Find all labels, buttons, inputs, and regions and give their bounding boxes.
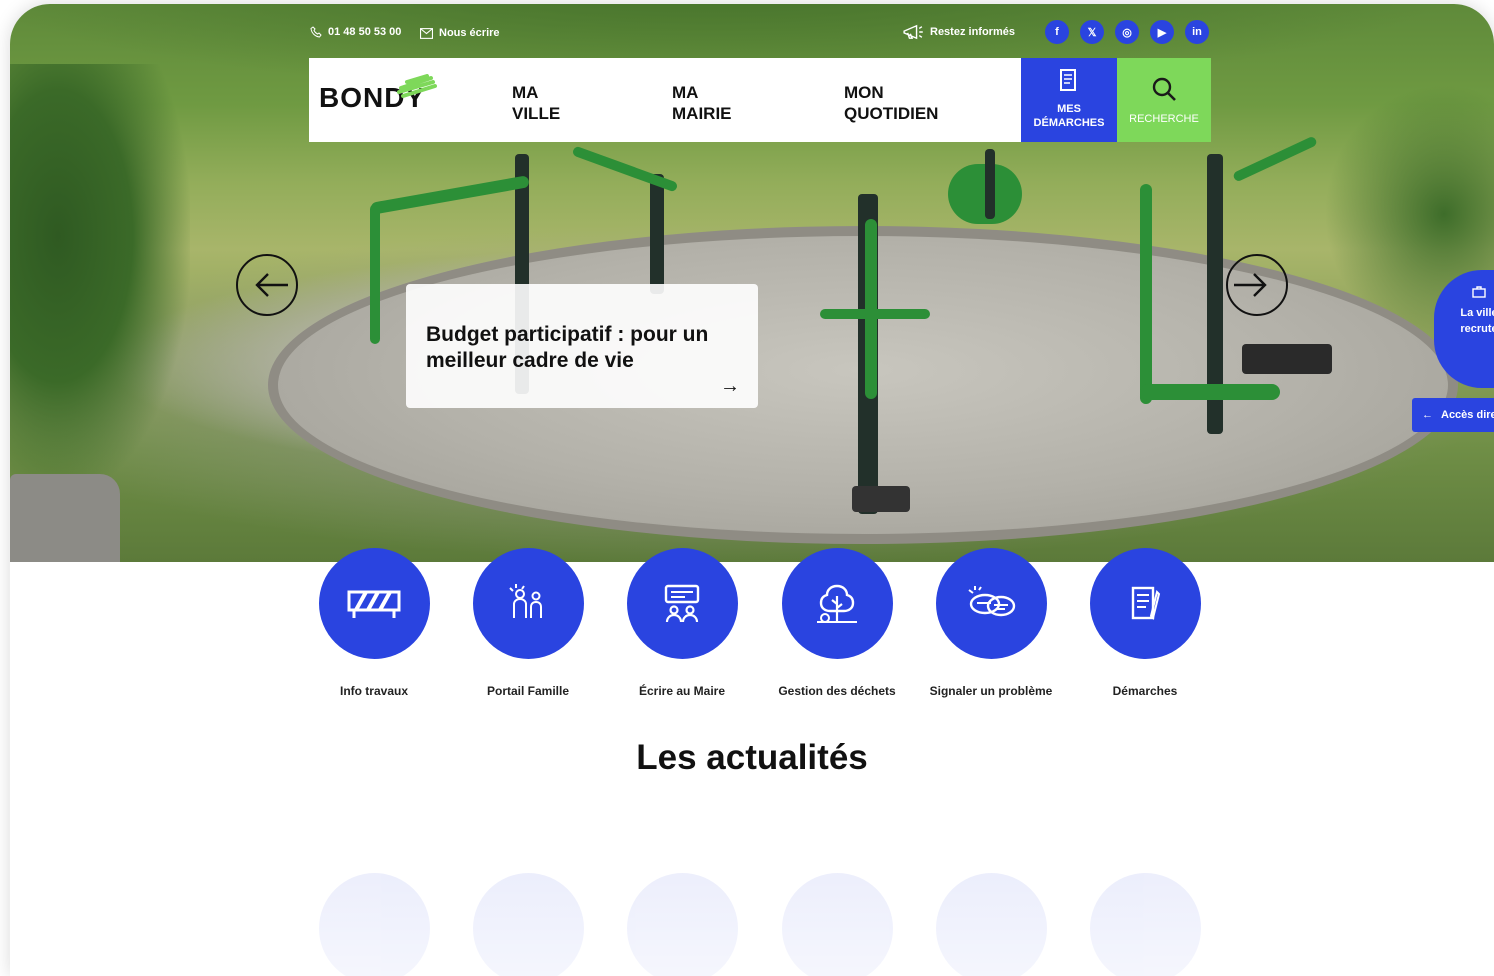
nav-line: MAIRIE	[672, 104, 732, 123]
equipment-bar	[1232, 135, 1318, 183]
linkedin-icon[interactable]: in	[1185, 20, 1209, 44]
social-links: f 𝕏 ◎ ▶ in	[1045, 20, 1209, 44]
quick-link-circle	[781, 548, 893, 659]
equipment-step	[1242, 344, 1332, 374]
news-section-title: Les actualités	[10, 738, 1494, 778]
quick-link-circle	[1089, 548, 1201, 659]
barrier-icon	[347, 590, 401, 618]
email-link[interactable]: Nous écrire	[420, 27, 500, 39]
nav-line: MA	[672, 83, 699, 102]
document-icon	[1131, 586, 1161, 620]
instagram-icon[interactable]: ◎	[1115, 20, 1139, 44]
newsletter-link[interactable]: Restez informés	[902, 24, 1015, 40]
nav-line: MON	[844, 83, 884, 102]
hero-tree-left	[10, 64, 190, 494]
hero-slider: 01 48 50 53 00 Nous écrire Restez inform…	[10, 4, 1494, 562]
document-icon	[1060, 69, 1076, 91]
facebook-icon[interactable]: f	[1045, 20, 1069, 44]
phone-number: 01 48 50 53 00	[328, 26, 402, 38]
mes-demarches-button[interactable]: MES DÉMARCHES	[1021, 58, 1117, 142]
briefcase-icon	[1472, 286, 1486, 298]
recrute-label-1: La ville	[1460, 307, 1494, 319]
search-icon	[1152, 77, 1176, 101]
nav-line: QUOTIDIEN	[844, 104, 939, 123]
search-button[interactable]: RECHERCHE	[1117, 58, 1211, 142]
slide-title: Budget participatif : pour un meilleur c…	[426, 323, 709, 372]
slide-card[interactable]: Budget participatif : pour un meilleur c…	[406, 284, 758, 408]
quick-link-info-travaux[interactable]: Info travaux	[304, 548, 444, 698]
quick-link-label: Écrire au Maire	[638, 684, 726, 698]
quick-link-gestion-dechets[interactable]: Gestion des déchets	[767, 548, 907, 698]
tree-recycle-icon	[817, 584, 857, 623]
equipment-bar	[370, 204, 380, 344]
nav-mon-quotidien[interactable]: MON QUOTIDIEN	[844, 82, 938, 124]
quick-link-portail-famille[interactable]: Portail Famille	[458, 548, 598, 698]
demarches-label-2: DÉMARCHES	[1033, 117, 1105, 129]
quick-link-label: Portail Famille	[486, 684, 570, 698]
equipment-bar	[820, 309, 930, 319]
quick-link-circle	[472, 548, 584, 659]
recrute-label-2: recrute	[1460, 323, 1494, 335]
nav-line: VILLE	[512, 104, 561, 123]
acces-direct-tab[interactable]: ← Accès direct	[1412, 398, 1494, 432]
top-bar: 01 48 50 53 00 Nous écrire Restez inform…	[10, 24, 1494, 46]
slider-prev-button[interactable]	[236, 254, 298, 316]
quick-link-label: Démarches	[1112, 684, 1178, 698]
arrow-left-icon	[255, 273, 288, 297]
youtube-icon[interactable]: ▶	[1150, 20, 1174, 44]
reflection-fade	[10, 774, 1494, 976]
quick-link-label: Signaler un problème	[929, 684, 1053, 698]
hero-stone-block	[10, 474, 120, 562]
quick-link-circle	[318, 548, 430, 659]
equipment-post	[985, 149, 995, 219]
equipment-bar	[1140, 384, 1280, 400]
megaphone-icon	[903, 24, 923, 40]
quick-link-demarches[interactable]: Démarches	[1075, 548, 1215, 698]
quick-link-label: Info travaux	[339, 684, 408, 698]
equipment-bar	[370, 175, 530, 215]
phone-icon	[310, 26, 322, 38]
quick-link-circle	[626, 548, 738, 659]
nav-line: MA	[512, 83, 539, 102]
equipment-bar	[571, 145, 679, 193]
x-icon[interactable]: 𝕏	[1080, 20, 1104, 44]
page: 01 48 50 53 00 Nous écrire Restez inform…	[10, 4, 1494, 976]
logo-leaf-icon	[397, 74, 437, 98]
search-label: RECHERCHE	[1129, 113, 1199, 125]
meeting-icon	[664, 584, 700, 622]
nav-ma-ville[interactable]: MA VILLE	[512, 82, 560, 124]
quick-link-circle	[935, 548, 1047, 659]
newsletter-label: Restez informés	[930, 26, 1015, 38]
arrow-right-icon: →	[720, 375, 740, 397]
main-header: BONDY MA VILLE MA MAIRIE MON QUOTIDIEN M…	[309, 58, 1211, 142]
news-title-highlight: actualités	[704, 738, 873, 777]
nav-ma-mairie[interactable]: MA MAIRIE	[672, 82, 732, 124]
quick-link-signaler-probleme[interactable]: Signaler un problème	[921, 548, 1061, 698]
acces-direct-label: Accès direct	[1441, 409, 1494, 421]
mail-icon	[420, 27, 433, 39]
news-title-part1: Les	[636, 738, 697, 777]
family-icon	[509, 583, 542, 618]
phone-link[interactable]: 01 48 50 53 00	[310, 26, 401, 38]
quick-link-ecrire-au-maire[interactable]: Écrire au Maire	[612, 548, 752, 698]
email-label: Nous écrire	[439, 27, 500, 39]
equipment-bar	[1140, 184, 1152, 404]
demarches-label-1: MES	[1057, 103, 1081, 115]
arrow-left-icon: ←	[1422, 409, 1433, 421]
equipment-post	[650, 174, 664, 294]
slider-next-button[interactable]	[1226, 254, 1288, 316]
speech-bubbles-icon	[968, 585, 1016, 616]
quick-link-label: Gestion des déchets	[778, 684, 896, 698]
arrow-right-icon	[1234, 273, 1267, 297]
equipment-step	[852, 486, 910, 512]
